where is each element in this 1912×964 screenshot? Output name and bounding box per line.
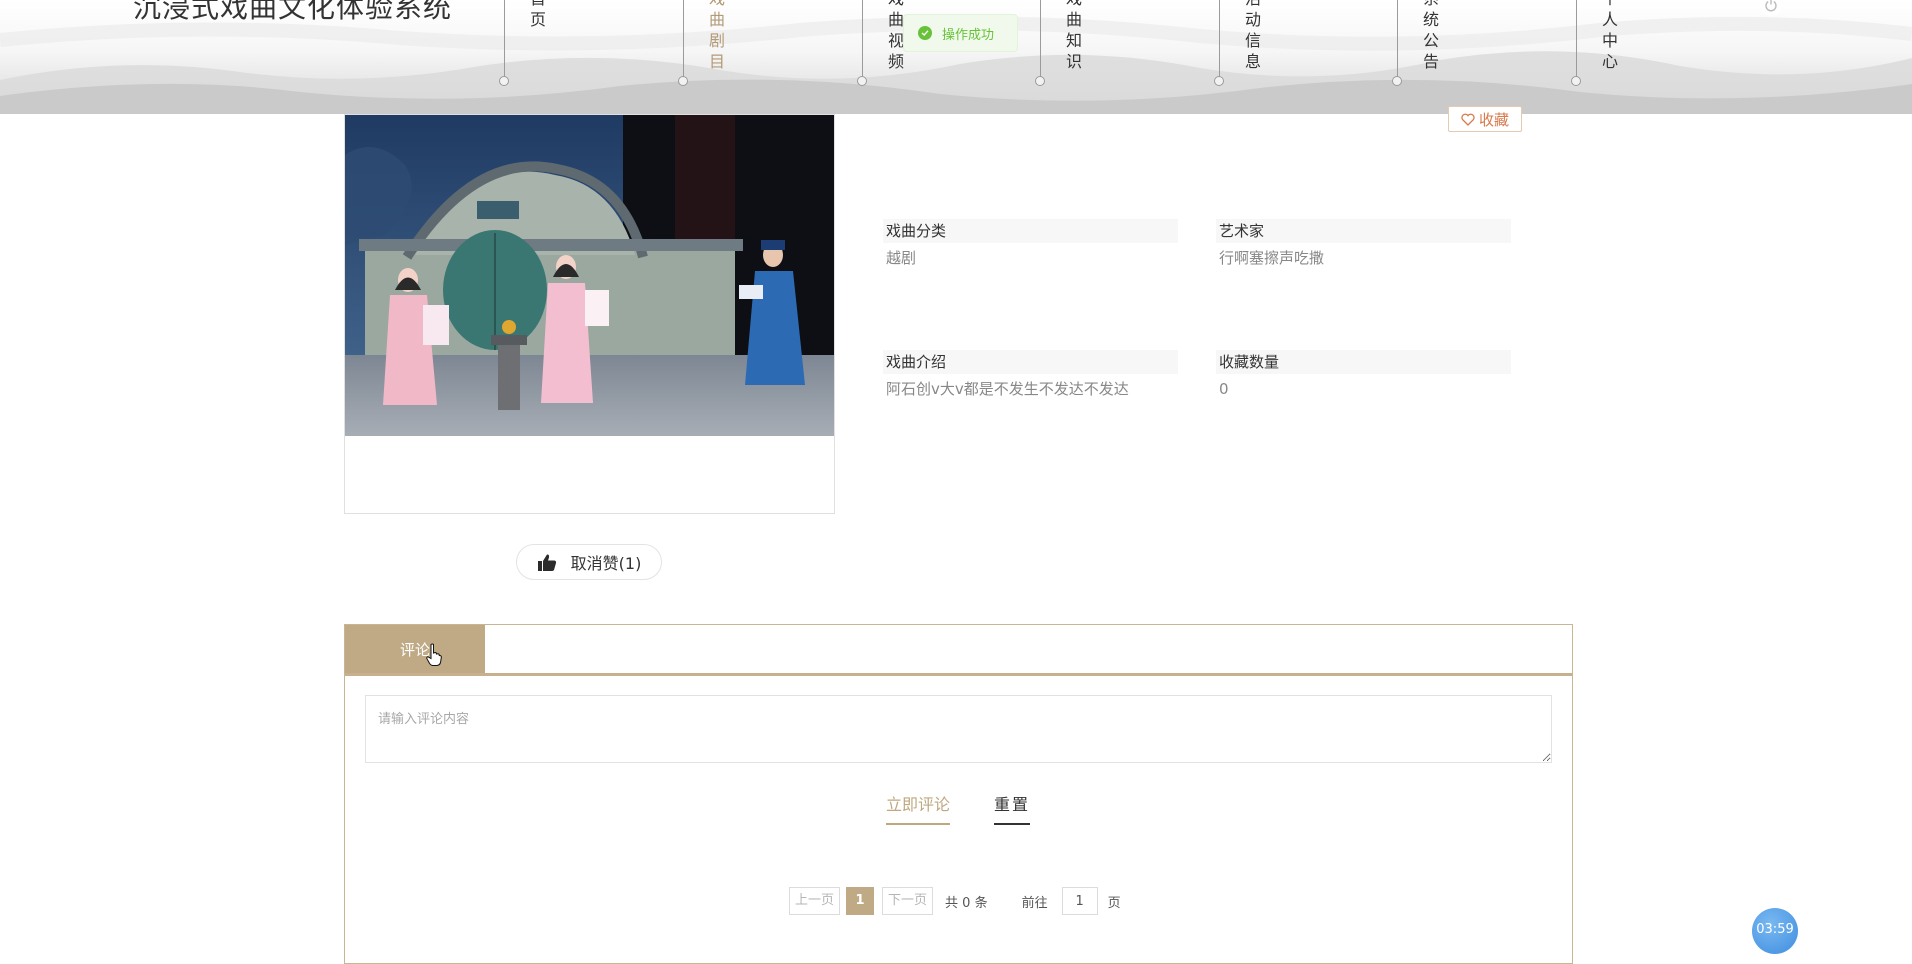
submit-comment-button[interactable]: 立即评论 xyxy=(886,791,951,825)
unlike-button[interactable]: 取消赞(1) xyxy=(516,544,662,580)
nav-label-personal-center[interactable]: 个人中心 xyxy=(1602,0,1620,72)
next-page-button[interactable]: 下一页 xyxy=(882,887,934,915)
goto-label: 前往 xyxy=(1021,895,1048,911)
info-label: 戏曲介绍 xyxy=(883,350,1178,374)
thumbs-up-icon xyxy=(537,553,556,571)
site-title[interactable]: 沉浸式戏曲文化体验系统 xyxy=(133,0,452,26)
check-circle-icon xyxy=(918,26,932,40)
prev-page-button[interactable]: 上一页 xyxy=(789,887,841,915)
comment-tab-bar: 评论 xyxy=(345,625,1572,676)
unlike-label: 取消赞(1) xyxy=(570,554,642,573)
hand-pointer-cursor-icon xyxy=(426,643,442,666)
nav-label-opera-knowledge[interactable]: 戏曲知识 xyxy=(1066,0,1084,72)
nav-item-personal-center[interactable]: 个人中心 xyxy=(1571,0,1754,86)
nav-item-opera-knowledge[interactable]: 戏曲知识 xyxy=(1035,0,1218,86)
top-header: 沉浸式戏曲文化体验系统 首页 戏曲剧目 戏曲视频 戏曲知识 活动信息 系统公告 … xyxy=(0,0,1912,114)
opera-stage-photo xyxy=(345,115,834,436)
page-number-current[interactable]: 1 xyxy=(846,887,875,915)
nav-label-activity-info[interactable]: 活动信息 xyxy=(1245,0,1263,72)
info-value: 0 xyxy=(1219,380,1229,398)
nav-label-home[interactable]: 首页 xyxy=(530,0,548,30)
info-artist: 艺术家 行啊塞擦声吃撒 xyxy=(1216,219,1511,269)
info-favorite-count: 收藏数量 0 xyxy=(1216,350,1511,400)
countdown-timer: 03:59 xyxy=(1752,908,1798,954)
comment-panel: 评论 立即评论 重置 上一页 1 下一页 共 0 条 前往 页 xyxy=(344,624,1573,964)
nav-item-opera-repertoire[interactable]: 戏曲剧目 xyxy=(678,0,861,86)
heart-outline-icon xyxy=(1461,113,1475,126)
total-count: 共 0 条 xyxy=(945,895,988,911)
nav-label-opera-repertoire[interactable]: 戏曲剧目 xyxy=(709,0,727,72)
info-label: 戏曲分类 xyxy=(883,219,1178,243)
info-label: 收藏数量 xyxy=(1216,350,1511,374)
reset-button[interactable]: 重置 xyxy=(994,791,1031,825)
nav-item-announcements[interactable]: 系统公告 xyxy=(1392,0,1575,86)
info-label: 艺术家 xyxy=(1216,219,1511,243)
info-value: 行啊塞擦声吃撒 xyxy=(1219,249,1325,267)
info-value: 阿石创v大v都是不发生不发达不发达 xyxy=(886,380,1129,398)
nav-label-announcements[interactable]: 系统公告 xyxy=(1423,0,1441,72)
favorite-label: 收藏 xyxy=(1478,110,1509,129)
page-suffix: 页 xyxy=(1107,895,1121,911)
info-opera-intro: 戏曲介绍 阿石创v大v都是不发生不发达不发达 xyxy=(883,350,1178,400)
goto-page-input[interactable] xyxy=(1061,887,1098,915)
toast-message: 操作成功 xyxy=(942,27,995,43)
nav-item-activity-info[interactable]: 活动信息 xyxy=(1214,0,1397,86)
favorite-button[interactable]: 收藏 xyxy=(1448,106,1522,132)
opera-cover-image xyxy=(344,114,835,514)
success-toast: 操作成功 xyxy=(903,14,1018,52)
info-opera-category: 戏曲分类 越剧 xyxy=(883,219,1178,269)
tab-comments[interactable]: 评论 xyxy=(345,625,485,673)
info-value: 越剧 xyxy=(886,249,917,267)
nav-item-home[interactable]: 首页 xyxy=(499,0,682,86)
comment-input[interactable] xyxy=(365,695,1552,763)
pagination: 上一页 1 下一页 共 0 条 前往 页 xyxy=(789,887,1121,915)
